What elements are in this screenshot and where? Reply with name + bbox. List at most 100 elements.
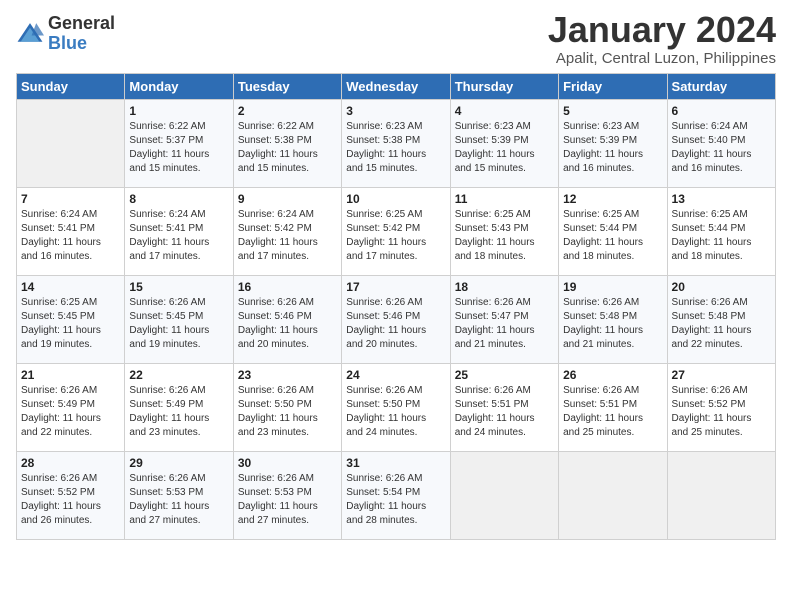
calendar-week-4: 21Sunrise: 6:26 AMSunset: 5:49 PMDayligh… — [17, 363, 776, 451]
daylight-text: Daylight: 11 hours — [563, 237, 643, 248]
sunset-text: Sunset: 5:52 PM — [672, 399, 746, 410]
col-monday: Monday — [125, 73, 233, 99]
daylight-text: and 28 minutes. — [346, 515, 417, 526]
day-number: 27 — [672, 368, 771, 382]
sunrise-text: Sunrise: 6:25 AM — [21, 297, 97, 308]
daylight-text: and 19 minutes. — [129, 339, 200, 350]
calendar-cell: 20Sunrise: 6:26 AMSunset: 5:48 PMDayligh… — [667, 275, 775, 363]
sunset-text: Sunset: 5:54 PM — [346, 487, 420, 498]
daylight-text: Daylight: 11 hours — [21, 237, 101, 248]
logo: General Blue — [16, 14, 115, 54]
day-number: 15 — [129, 280, 228, 294]
sunrise-text: Sunrise: 6:26 AM — [21, 385, 97, 396]
logo-blue: Blue — [48, 34, 115, 54]
daylight-text: and 18 minutes. — [455, 251, 526, 262]
daylight-text: and 24 minutes. — [455, 427, 526, 438]
daylight-text: Daylight: 11 hours — [346, 149, 426, 160]
calendar-cell: 2Sunrise: 6:22 AMSunset: 5:38 PMDaylight… — [233, 99, 341, 187]
sunrise-text: Sunrise: 6:25 AM — [346, 209, 422, 220]
sunset-text: Sunset: 5:38 PM — [346, 135, 420, 146]
sunrise-text: Sunrise: 6:24 AM — [21, 209, 97, 220]
calendar-header: Sunday Monday Tuesday Wednesday Thursday… — [17, 73, 776, 99]
daylight-text: and 17 minutes. — [238, 251, 309, 262]
daylight-text: and 23 minutes. — [238, 427, 309, 438]
sunset-text: Sunset: 5:39 PM — [455, 135, 529, 146]
calendar-cell: 11Sunrise: 6:25 AMSunset: 5:43 PMDayligh… — [450, 187, 558, 275]
day-info: Sunrise: 6:25 AMSunset: 5:44 PMDaylight:… — [672, 208, 771, 264]
calendar-cell — [450, 451, 558, 539]
day-info: Sunrise: 6:26 AMSunset: 5:50 PMDaylight:… — [238, 384, 337, 440]
daylight-text: and 15 minutes. — [238, 163, 309, 174]
calendar-cell: 29 Sunrise: 6:26 AMSunset: 5:53 PMDayligh… — [125, 451, 233, 539]
calendar-cell: 25 Sunrise: 6:26 AMSunset: 5:51 PMDayligh… — [450, 363, 558, 451]
sunrise-text: Sunrise: 6:24 AM — [238, 209, 314, 220]
calendar-subtitle: Apalit, Central Luzon, Philippines — [548, 50, 776, 67]
day-number: 18 — [455, 280, 554, 294]
day-info: Sunrise: 6:22 AMSunset: 5:37 PMDaylight:… — [129, 120, 228, 176]
day-number: 3 — [346, 104, 445, 118]
day-info: Sunrise: 6:26 AMSunset: 5:53 PMDaylight:… — [129, 472, 228, 528]
logo-general: General — [48, 14, 115, 34]
day-info: Sunrise: 6:23 AMSunset: 5:39 PMDaylight:… — [563, 120, 662, 176]
calendar-week-5: 28Sunrise: 6:26 AMSunset: 5:52 PMDayligh… — [17, 451, 776, 539]
calendar-cell: 1 Sunrise: 6:22 AMSunset: 5:37 PMDaylight… — [125, 99, 233, 187]
daylight-text: and 27 minutes. — [129, 515, 200, 526]
day-number: 25 — [455, 368, 554, 382]
sunset-text: Sunset: 5:46 PM — [238, 311, 312, 322]
sunrise-text: Sunrise: 6:26 AM — [238, 473, 314, 484]
daylight-text: and 26 minutes. — [21, 515, 92, 526]
daylight-text: Daylight: 11 hours — [672, 237, 752, 248]
sunrise-text: Sunrise: 6:24 AM — [672, 121, 748, 132]
day-number: 20 — [672, 280, 771, 294]
calendar-cell: 14Sunrise: 6:25 AMSunset: 5:45 PMDayligh… — [17, 275, 125, 363]
day-info: Sunrise: 6:26 AMSunset: 5:49 PMDaylight:… — [21, 384, 120, 440]
day-number: 1 — [129, 104, 228, 118]
calendar-cell: 21Sunrise: 6:26 AMSunset: 5:49 PMDayligh… — [17, 363, 125, 451]
daylight-text: Daylight: 11 hours — [346, 237, 426, 248]
calendar-cell: 4Sunrise: 6:23 AMSunset: 5:39 PMDaylight… — [450, 99, 558, 187]
daylight-text: and 15 minutes. — [129, 163, 200, 174]
daylight-text: Daylight: 11 hours — [238, 325, 318, 336]
sunrise-text: Sunrise: 6:25 AM — [455, 209, 531, 220]
daylight-text: Daylight: 11 hours — [129, 501, 209, 512]
calendar-cell: 10Sunrise: 6:25 AMSunset: 5:42 PMDayligh… — [342, 187, 450, 275]
day-number: 16 — [238, 280, 337, 294]
day-number: 17 — [346, 280, 445, 294]
header: General Blue January 2024 Apalit, Centra… — [16, 10, 776, 67]
day-info: Sunrise: 6:24 AMSunset: 5:41 PMDaylight:… — [129, 208, 228, 264]
calendar-table: Sunday Monday Tuesday Wednesday Thursday… — [16, 73, 776, 540]
day-number: 29 — [129, 456, 228, 470]
day-info: Sunrise: 6:26 AMSunset: 5:51 PMDaylight:… — [455, 384, 554, 440]
calendar-page: General Blue January 2024 Apalit, Centra… — [0, 0, 792, 612]
col-friday: Friday — [559, 73, 667, 99]
sunrise-text: Sunrise: 6:26 AM — [672, 297, 748, 308]
sunrise-text: Sunrise: 6:26 AM — [563, 385, 639, 396]
daylight-text: Daylight: 11 hours — [21, 501, 101, 512]
daylight-text: and 17 minutes. — [129, 251, 200, 262]
daylight-text: Daylight: 11 hours — [563, 325, 643, 336]
day-number: 30 — [238, 456, 337, 470]
day-number: 13 — [672, 192, 771, 206]
day-number: 11 — [455, 192, 554, 206]
sunrise-text: Sunrise: 6:24 AM — [129, 209, 205, 220]
daylight-text: and 20 minutes. — [238, 339, 309, 350]
sunrise-text: Sunrise: 6:25 AM — [672, 209, 748, 220]
daylight-text: Daylight: 11 hours — [455, 237, 535, 248]
daylight-text: and 15 minutes. — [455, 163, 526, 174]
daylight-text: and 21 minutes. — [563, 339, 634, 350]
day-number: 8 — [129, 192, 228, 206]
sunset-text: Sunset: 5:50 PM — [238, 399, 312, 410]
day-info: Sunrise: 6:24 AMSunset: 5:42 PMDaylight:… — [238, 208, 337, 264]
daylight-text: and 18 minutes. — [563, 251, 634, 262]
sunset-text: Sunset: 5:50 PM — [346, 399, 420, 410]
daylight-text: Daylight: 11 hours — [129, 413, 209, 424]
daylight-text: and 18 minutes. — [672, 251, 743, 262]
day-info: Sunrise: 6:26 AMSunset: 5:51 PMDaylight:… — [563, 384, 662, 440]
daylight-text: Daylight: 11 hours — [238, 413, 318, 424]
daylight-text: Daylight: 11 hours — [672, 325, 752, 336]
daylight-text: Daylight: 11 hours — [21, 325, 101, 336]
calendar-cell: 13 Sunrise: 6:25 AMSunset: 5:44 PMDayligh… — [667, 187, 775, 275]
daylight-text: and 27 minutes. — [238, 515, 309, 526]
calendar-cell: 17Sunrise: 6:26 AMSunset: 5:46 PMDayligh… — [342, 275, 450, 363]
daylight-text: Daylight: 11 hours — [238, 149, 318, 160]
